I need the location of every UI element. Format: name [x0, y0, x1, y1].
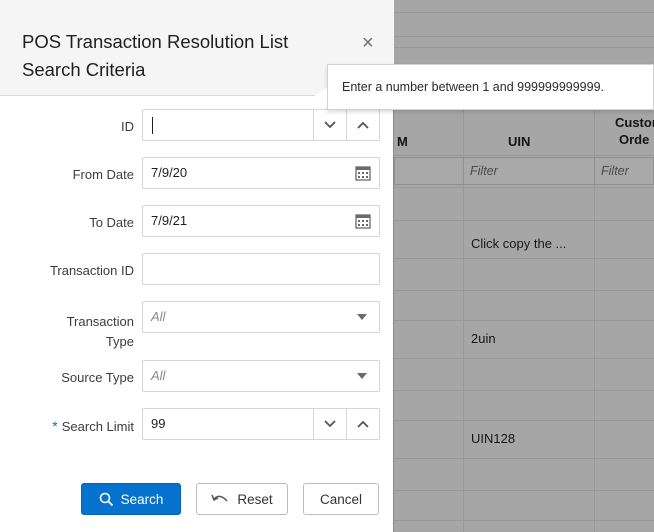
- table-gridline: [394, 290, 654, 291]
- tooltip-text: Enter a number between 1 and 99999999999…: [342, 80, 605, 94]
- search-limit-value: 99: [151, 416, 166, 431]
- increment-button[interactable]: [346, 110, 379, 140]
- table-gridline: [394, 12, 654, 13]
- transaction-type-label: Transaction: [66, 314, 134, 329]
- required-marker: *: [52, 418, 58, 434]
- table-cell: 2uin: [471, 331, 496, 346]
- decrement-button[interactable]: [313, 409, 346, 439]
- id-field[interactable]: [142, 109, 380, 141]
- reset-button[interactable]: Reset: [196, 483, 288, 515]
- from-date-field[interactable]: 7/9/20: [142, 157, 380, 189]
- text-cursor: [152, 117, 153, 134]
- search-limit-field[interactable]: 99: [142, 408, 380, 440]
- search-icon: [99, 492, 113, 506]
- table-gridline: [394, 520, 654, 521]
- close-icon[interactable]: ×: [362, 32, 374, 55]
- table-cell: UIN128: [471, 431, 516, 446]
- source-type-select[interactable]: All: [142, 360, 380, 392]
- id-label: ID: [121, 119, 134, 134]
- chevron-up-icon: [357, 420, 369, 428]
- table-gridline: [394, 420, 654, 421]
- table-gridline: [394, 458, 654, 459]
- table-gridline: [394, 36, 654, 37]
- from-date-value: 7/9/20: [151, 165, 188, 180]
- transaction-id-label: Transaction ID: [49, 263, 134, 278]
- table-gridline: [394, 320, 654, 321]
- table-gridline: [394, 155, 654, 156]
- table-gridline: [394, 358, 654, 359]
- dropdown-arrow-icon: [357, 373, 367, 379]
- transaction-id-field[interactable]: [142, 253, 380, 285]
- calendar-icon[interactable]: [355, 213, 371, 229]
- transaction-type-value: All: [151, 309, 166, 324]
- chevron-up-icon: [357, 121, 369, 129]
- dropdown-arrow-icon: [357, 314, 367, 320]
- to-date-value: 7/9/21: [151, 213, 188, 228]
- cancel-button[interactable]: Cancel: [303, 483, 379, 515]
- column-header[interactable]: M: [397, 134, 408, 149]
- filter-input[interactable]: Filter: [463, 157, 595, 185]
- filter-input[interactable]: Filter: [594, 157, 654, 185]
- column-header-customer[interactable]: Orde: [619, 132, 649, 147]
- table-cell: Click copy the ...: [471, 236, 567, 251]
- table-gridline: [394, 220, 654, 221]
- to-date-field[interactable]: 7/9/21: [142, 205, 380, 237]
- decrement-button[interactable]: [313, 110, 346, 140]
- source-type-label: Source Type: [61, 370, 134, 385]
- calendar-icon[interactable]: [355, 165, 371, 181]
- search-button[interactable]: Search: [81, 483, 181, 515]
- tooltip-arrow: [311, 88, 327, 108]
- chevron-down-icon: [324, 420, 336, 428]
- source-type-value: All: [151, 368, 166, 383]
- column-header-uin[interactable]: UIN: [508, 134, 530, 149]
- chevron-down-icon: [324, 121, 336, 129]
- table-gridline: [394, 390, 654, 391]
- increment-button[interactable]: [346, 409, 379, 439]
- transaction-type-select[interactable]: All: [142, 301, 380, 333]
- from-date-label: From Date: [72, 167, 134, 182]
- column-header-customer[interactable]: Custor: [615, 115, 654, 130]
- filter-input[interactable]: [394, 157, 464, 185]
- dialog-title: POS Transaction Resolution List Search C…: [22, 31, 289, 80]
- table-gridline: [394, 490, 654, 491]
- table-gridline: [394, 258, 654, 259]
- transaction-type-label: Type: [105, 334, 134, 349]
- to-date-label: To Date: [89, 215, 134, 230]
- table-gridline: [394, 47, 654, 48]
- search-limit-label: * Search Limit: [52, 418, 134, 434]
- undo-icon: [211, 494, 228, 502]
- table-gridline: [394, 187, 654, 188]
- tooltip: Enter a number between 1 and 99999999999…: [327, 64, 654, 110]
